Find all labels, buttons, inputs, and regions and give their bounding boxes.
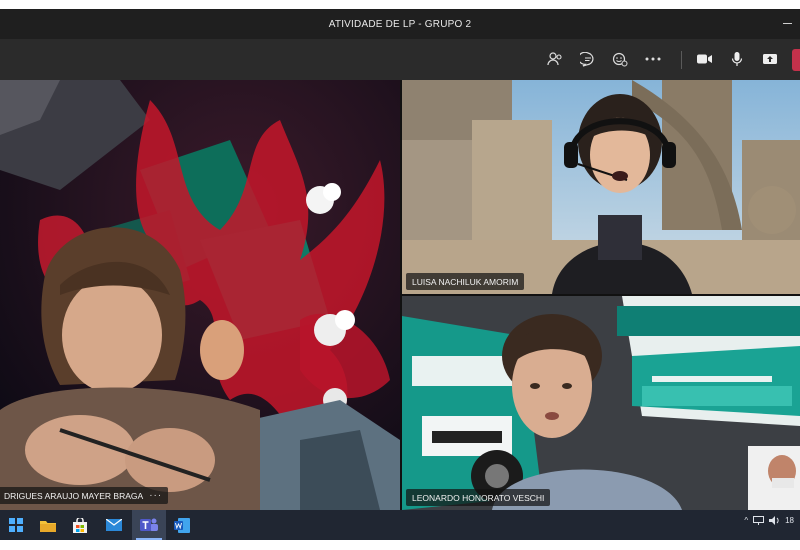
video-feed-image (0, 80, 400, 510)
participant-name: LEONARDO HONORATO VESCHI (412, 492, 545, 503)
minimize-icon[interactable] (783, 23, 792, 24)
participant-video-tile[interactable]: LUISA NACHILUK AMORIM (402, 80, 800, 294)
camera-icon[interactable] (691, 47, 717, 71)
participant-video-tile[interactable]: LEONARDO HONORATO VESCHI (402, 296, 800, 510)
file-explorer-icon[interactable] (38, 515, 58, 535)
participant-name-tag: LEONARDO HONORATO VESCHI (406, 489, 551, 506)
video-grid: DRIGUES ARAUJO MAYER BRAGA ··· LUISA NAC… (0, 80, 800, 510)
reactions-icon[interactable] (607, 47, 633, 71)
meeting-toolbar (0, 39, 800, 80)
more-options-icon[interactable] (640, 47, 666, 71)
chevron-up-icon[interactable]: ^ (744, 516, 748, 525)
more-options-icon[interactable]: ··· (149, 490, 162, 501)
clock[interactable]: 18 (785, 516, 794, 525)
toolbar-separator (681, 51, 682, 69)
volume-icon[interactable] (769, 516, 780, 525)
participant-name-tag: DRIGUES ARAUJO MAYER BRAGA ··· (0, 487, 169, 504)
title-bar: ATIVIDADE DE LP - GRUPO 2 (0, 9, 800, 39)
teams-meeting-window: ATIVIDADE DE LP - GRUPO 2 DRIGUES ARAUJO… (0, 0, 800, 550)
word-icon[interactable] (172, 515, 192, 535)
mail-icon[interactable] (104, 515, 124, 535)
teams-icon[interactable] (139, 515, 159, 535)
participant-video-tile[interactable]: DRIGUES ARAUJO MAYER BRAGA ··· (0, 80, 400, 510)
store-icon[interactable] (70, 515, 90, 535)
video-feed-image (402, 296, 800, 510)
participant-name-tag: LUISA NACHILUK AMORIM (406, 273, 525, 290)
network-icon[interactable] (753, 516, 765, 525)
participants-icon[interactable] (542, 47, 568, 71)
system-tray: ^ 18 (744, 516, 794, 525)
microphone-icon[interactable] (724, 47, 750, 71)
video-feed-image (402, 80, 800, 294)
bottom-border (0, 540, 800, 550)
windows-start-icon[interactable] (6, 515, 26, 535)
participant-name: LUISA NACHILUK AMORIM (412, 276, 519, 287)
participant-name: DRIGUES ARAUJO MAYER BRAGA (4, 490, 144, 501)
hang-up-icon[interactable] (792, 49, 800, 71)
chat-icon[interactable] (575, 47, 601, 71)
window-title: ATIVIDADE DE LP - GRUPO 2 (328, 18, 472, 30)
windows-taskbar: ^ 18 (0, 510, 800, 540)
share-screen-icon[interactable] (757, 47, 783, 71)
